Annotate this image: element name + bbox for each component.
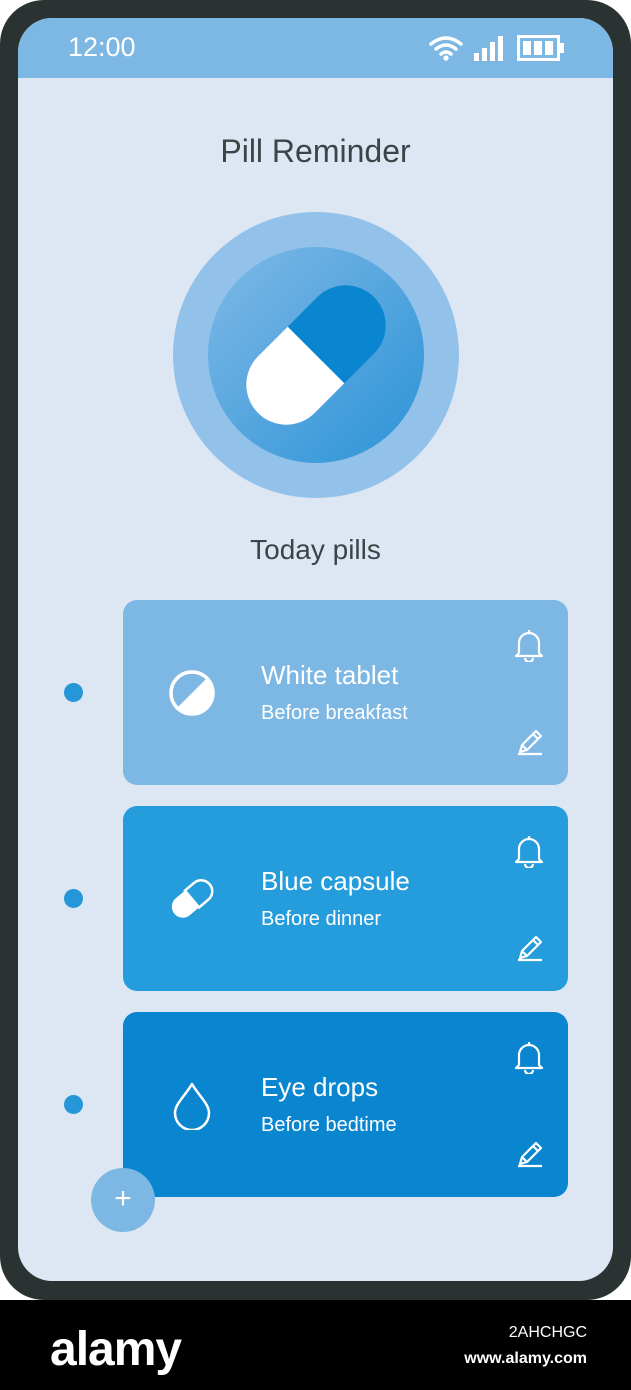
pill-timing: Before breakfast [261, 702, 408, 724]
pill-card-white-tablet[interactable]: White tablet Before breakfast [123, 600, 568, 785]
timeline-dot [64, 683, 83, 702]
pill-card-blue-capsule[interactable]: Blue capsule Before dinner [123, 806, 568, 991]
status-bar: 12:00 [18, 18, 613, 78]
pill-timing: Before dinner [261, 908, 382, 930]
pencil-icon[interactable] [514, 932, 546, 964]
pill-name: Eye drops [261, 1072, 379, 1102]
tablet-icon [169, 670, 215, 716]
status-time: 12:00 [68, 32, 136, 62]
bell-icon[interactable] [514, 628, 544, 662]
status-icons [429, 35, 565, 61]
footer-url: www.alamy.com [464, 1350, 587, 1367]
wifi-icon [429, 36, 463, 61]
watermark-footer: alamy 2AHCHGC www.alamy.com [0, 1300, 631, 1390]
bell-icon[interactable] [514, 834, 544, 868]
battery-icon [517, 35, 564, 61]
page-title: Pill Reminder [220, 133, 411, 169]
pencil-icon[interactable] [514, 1138, 546, 1170]
pill-timing: Before bedtime [261, 1114, 397, 1136]
phone-frame: 12:00 Pill Reminder Today pills White ta… [0, 0, 631, 1300]
pill-card-eye-drops[interactable]: Eye drops Before bedtime [123, 1012, 568, 1197]
alamy-logo: alamy [50, 1323, 182, 1376]
pencil-icon[interactable] [514, 726, 546, 758]
timeline-dot [64, 1095, 83, 1114]
signal-icon [474, 36, 503, 61]
section-title: Today pills [250, 534, 381, 565]
capsule-icon [171, 879, 214, 918]
add-pill-button[interactable]: + [91, 1168, 155, 1232]
hero-inner-circle [208, 247, 424, 463]
bell-icon[interactable] [514, 1040, 544, 1074]
app-screen: 12:00 Pill Reminder Today pills White ta… [18, 18, 613, 1281]
capsule-icon [246, 285, 386, 425]
hero-circle [173, 212, 459, 498]
timeline-dot [64, 889, 83, 908]
pill-name: White tablet [261, 660, 399, 690]
drop-icon [173, 1082, 211, 1130]
pill-name: Blue capsule [261, 866, 410, 896]
image-code: 2AHCHGC [508, 1324, 587, 1341]
